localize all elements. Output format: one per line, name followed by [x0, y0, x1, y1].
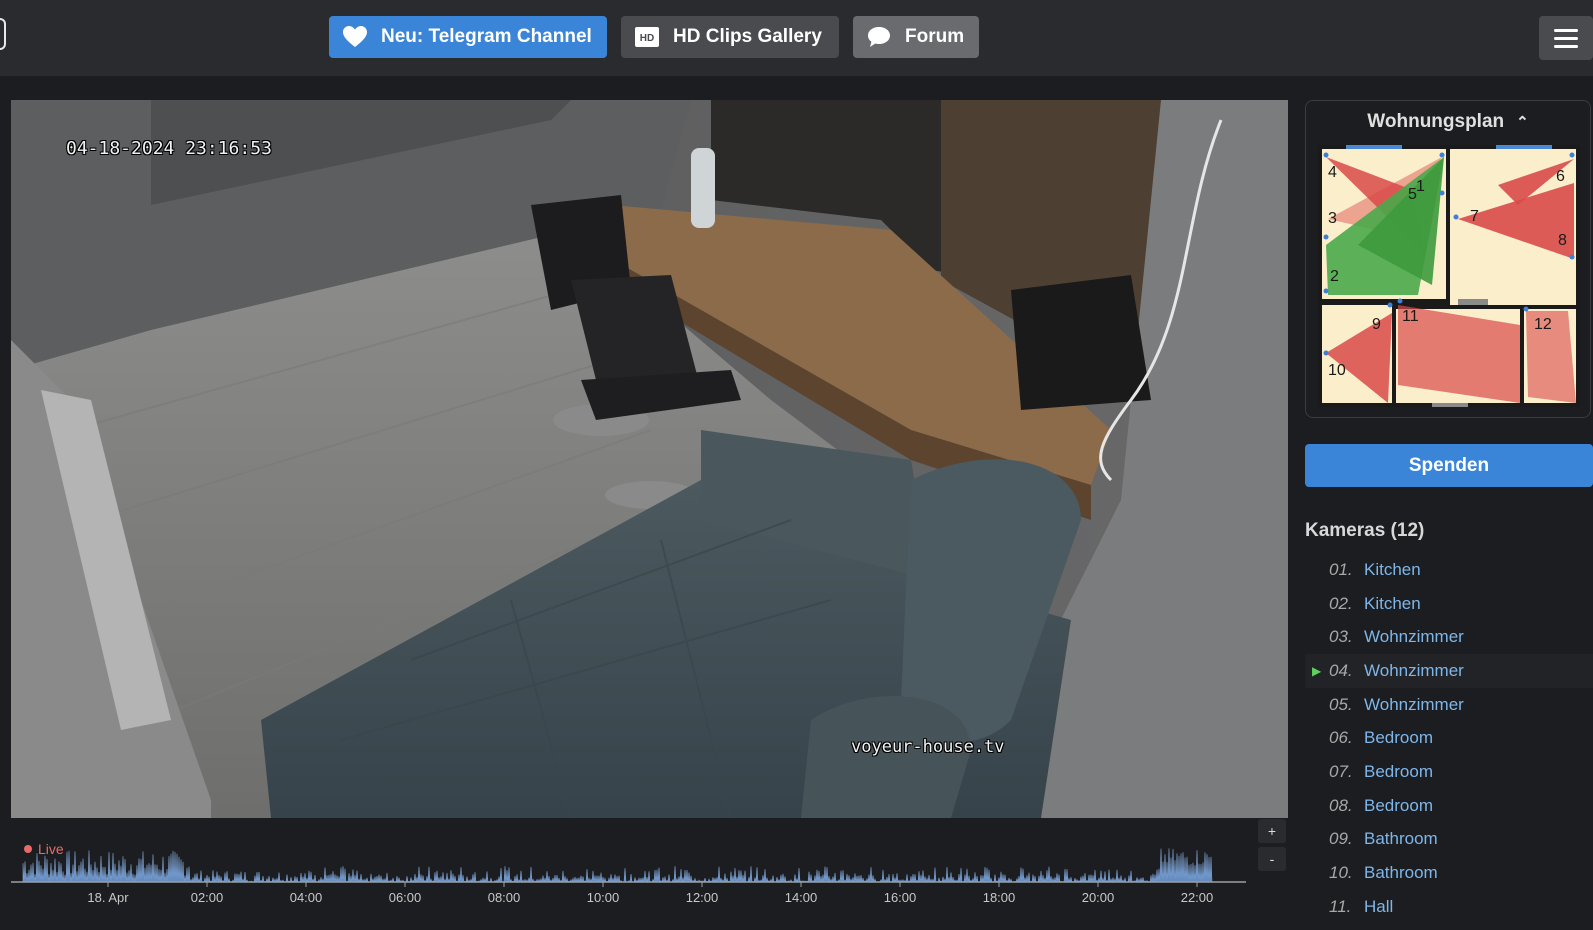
camera-number: 08.: [1329, 795, 1353, 815]
timeline-zoom-in-button[interactable]: +: [1258, 819, 1286, 843]
live-dot-icon: [24, 845, 32, 853]
floorplan-title: Wohnungsplan: [1367, 111, 1505, 132]
camera-list-item[interactable]: 11. Hall: [1305, 890, 1593, 924]
hd-icon-text: HD: [640, 33, 654, 44]
camera-list-item[interactable]: 03. Wohnzimmer: [1305, 620, 1593, 654]
timeline-tick-label: 08:00: [488, 890, 521, 905]
video-timestamp: 04-18-2024 23:16:53: [66, 138, 272, 159]
floorplan-camera-12: 12: [1534, 316, 1552, 333]
timeline-tick-label: 10:00: [587, 890, 620, 905]
chat-bubble-icon: [865, 23, 893, 51]
timeline-tick-label: 22:00: [1181, 890, 1214, 905]
camera-number: 05.: [1329, 694, 1353, 714]
telegram-channel-label: Neu: Telegram Channel: [381, 26, 592, 47]
camera-list-item[interactable]: ▶ 04. Wohnzimmer: [1305, 654, 1593, 688]
camera-list-item[interactable]: 06. Bedroom: [1305, 721, 1593, 755]
camera-list-item[interactable]: 05. Wohnzimmer: [1305, 688, 1593, 722]
camera-name-link[interactable]: Kitchen: [1364, 560, 1421, 580]
camera-name-link[interactable]: Bathroom: [1364, 829, 1438, 849]
logo-icon[interactable]: [0, 18, 6, 50]
hd-clips-gallery-button[interactable]: HD HD Clips Gallery: [621, 16, 839, 58]
recording-timeline[interactable]: 18. Apr 02:00 04:00 06:00 08:00 10:00 12:00 14:…: [11, 823, 1246, 930]
timeline-tick-label: 14:00: [785, 890, 818, 905]
cameras-heading: Kameras (12): [1305, 520, 1425, 541]
timeline-tick-label: 18. Apr: [87, 890, 129, 905]
timeline-tick-label: 04:00: [290, 890, 323, 905]
floorplan-camera-3: 3: [1328, 210, 1337, 227]
top-navigation-bar: Neu: Telegram Channel HD HD Clips Galler…: [0, 0, 1593, 76]
floorplan-camera-8: 8: [1558, 232, 1567, 249]
donate-button[interactable]: Spenden: [1305, 444, 1593, 487]
forum-label: Forum: [905, 26, 965, 47]
camera-list-item[interactable]: 08. Bedroom: [1305, 789, 1593, 823]
floorplan-camera-5: 5: [1408, 186, 1417, 203]
floorplan-camera-9: 9: [1372, 316, 1381, 333]
floorplan-camera-6: 6: [1556, 168, 1565, 185]
camera-number: 11.: [1329, 896, 1352, 916]
timeline-tick-label: 02:00: [191, 890, 224, 905]
forum-button[interactable]: Forum: [853, 16, 979, 58]
timeline-zoom-out-button[interactable]: -: [1258, 847, 1286, 871]
hd-icon: HD: [633, 23, 661, 51]
camera-number: 01.: [1329, 559, 1353, 579]
floorplan-toggle[interactable]: Wohnungsplan ⌃: [1306, 111, 1590, 133]
camera-name-link[interactable]: Bedroom: [1364, 728, 1433, 748]
camera-list-item[interactable]: 09. Bathroom: [1305, 823, 1593, 857]
chevron-up-icon: ⌃: [1516, 114, 1529, 131]
timeline-tick-label: 06:00: [389, 890, 422, 905]
camera-number: 09.: [1329, 829, 1353, 849]
camera-name-link[interactable]: Wohnzimmer: [1364, 695, 1464, 715]
floorplan-camera-10: 10: [1328, 362, 1346, 379]
camera-name-link[interactable]: Kitchen: [1364, 594, 1421, 614]
camera-name-link[interactable]: Bedroom: [1364, 762, 1433, 782]
camera-list: 01. Kitchen 02. Kitchen 03. Wohnzimmer ▶ 04. Woh…: [1305, 553, 1593, 924]
hamburger-menu-icon[interactable]: [1539, 16, 1593, 60]
camera-list-item[interactable]: 02. Kitchen: [1305, 587, 1593, 621]
camera-list-item[interactable]: 07. Bedroom: [1305, 755, 1593, 789]
camera-name-link[interactable]: Bedroom: [1364, 796, 1433, 816]
video-watermark: voyeur-house.tv: [851, 737, 1005, 757]
timeline-tick-label: 20:00: [1082, 890, 1115, 905]
floorplan-camera-2: 2: [1330, 268, 1339, 285]
timeline-tick-label: 16:00: [884, 890, 917, 905]
floorplan-map[interactable]: 1 2 3 4 5 6 7 8 9 10 11 12: [1318, 145, 1580, 407]
camera-name-link[interactable]: Hall: [1364, 897, 1393, 917]
camera-number: 04.: [1329, 660, 1353, 680]
camera-list-item[interactable]: 01. Kitchen: [1305, 553, 1593, 587]
camera-number: 02.: [1329, 593, 1353, 613]
telegram-channel-button[interactable]: Neu: Telegram Channel: [329, 16, 607, 58]
floorplan-camera-7: 7: [1470, 208, 1479, 225]
camera-video-feed[interactable]: 04-18-2024 23:16:53 voyeur-house.tv: [11, 100, 1288, 818]
live-label: Live: [38, 841, 64, 857]
timeline-tick-label: 12:00: [686, 890, 719, 905]
camera-name-link[interactable]: Bathroom: [1364, 863, 1438, 883]
camera-number: 06.: [1329, 728, 1353, 748]
camera-number: 10.: [1329, 863, 1353, 883]
floorplan-camera-4: 4: [1328, 164, 1337, 181]
timeline-tick-label: 18:00: [983, 890, 1016, 905]
floorplan-card: Wohnungsplan ⌃ 1 2 3 4 5 6 7 8 9 10 11 1…: [1305, 100, 1591, 418]
camera-name-link[interactable]: Wohnzimmer: [1364, 627, 1464, 647]
activity-graph[interactable]: 18. Apr 02:00 04:00 06:00 08:00 10:00 12:00 14:…: [11, 823, 1246, 930]
camera-number: 07.: [1329, 761, 1353, 781]
floorplan-camera-11: 11: [1402, 308, 1419, 325]
camera-number: 03.: [1329, 627, 1353, 647]
heart-icon: [341, 23, 369, 51]
live-indicator[interactable]: Live: [24, 841, 64, 857]
camera-list-item[interactable]: 10. Bathroom: [1305, 856, 1593, 890]
hd-clips-gallery-label: HD Clips Gallery: [673, 26, 822, 47]
floorplan-camera-1: 1: [1416, 178, 1425, 195]
camera-name-link[interactable]: Wohnzimmer: [1364, 661, 1464, 681]
play-arrow-icon: ▶: [1312, 663, 1322, 678]
